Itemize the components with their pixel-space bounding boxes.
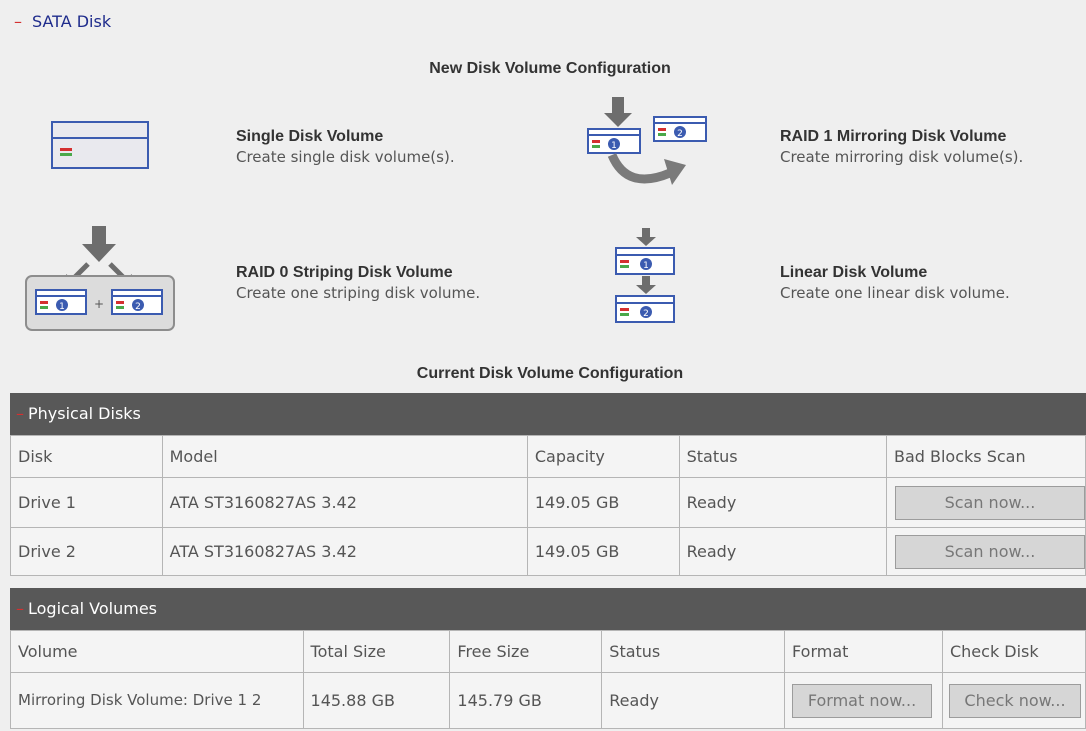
single-disk-volume-option[interactable]: Single Disk Volume Create single disk vo… — [236, 128, 455, 166]
svg-text:1: 1 — [611, 141, 617, 151]
logical-volumes-bar[interactable]: – Logical Volumes — [10, 588, 1086, 630]
option-desc: Create mirroring disk volume(s). — [780, 148, 1024, 166]
option-desc: Create one striping disk volume. — [236, 284, 481, 302]
option-desc: Create one linear disk volume. — [780, 284, 1010, 302]
svg-text:2: 2 — [643, 309, 649, 319]
format-cell: Format now... — [784, 672, 943, 729]
col-header: Model — [161, 435, 528, 478]
section-title: SATA Disk — [32, 12, 112, 31]
total-size-cell: 145.88 GB — [302, 672, 451, 729]
scan-now-button[interactable]: Scan now... — [894, 485, 1085, 520]
check-cell: Check now... — [941, 672, 1086, 729]
check-now-button[interactable]: Check now... — [948, 683, 1081, 718]
status-cell: Ready — [678, 527, 887, 576]
disk-cell: Drive 1 — [10, 477, 163, 528]
new-config-title: New Disk Volume Configuration — [429, 60, 671, 77]
capacity-cell: 149.05 GB — [526, 527, 680, 576]
single-disk-icon[interactable] — [50, 120, 150, 172]
svg-text:1: 1 — [643, 261, 649, 271]
col-header: Total Size — [302, 630, 451, 673]
col-header: Format — [784, 630, 943, 673]
free-size-cell: 145.79 GB — [449, 672, 603, 729]
collapse-icon[interactable]: – — [16, 404, 24, 423]
raid0-striping-icon[interactable]: 1 + 2 — [24, 224, 176, 332]
col-header: Volume — [10, 630, 304, 673]
option-title: Single Disk Volume — [236, 128, 384, 145]
collapse-icon[interactable]: – — [14, 12, 22, 31]
raid1-mirroring-icon[interactable]: 1 2 — [582, 95, 712, 195]
col-header: Bad Blocks Scan — [885, 435, 1086, 478]
option-title: RAID 0 Striping Disk Volume — [236, 264, 453, 281]
col-header: Status — [601, 630, 786, 673]
table-row: Mirroring Disk Volume: Drive 1 2 145.88 … — [10, 672, 1086, 729]
table-row: Drive 1 ATA ST3160827AS 3.42 149.05 GB R… — [10, 477, 1086, 528]
capacity-cell: 149.05 GB — [526, 477, 680, 528]
table-row: Drive 2 ATA ST3160827AS 3.42 149.05 GB R… — [10, 527, 1086, 576]
volume-cell: Mirroring Disk Volume: Drive 1 2 — [10, 672, 304, 729]
scan-cell: Scan now... — [885, 527, 1086, 576]
logical-volumes-table: Volume Total Size Free Size Status Forma… — [10, 630, 1086, 729]
model-cell: ATA ST3160827AS 3.42 — [161, 477, 528, 528]
table-header-row: Disk Model Capacity Status Bad Blocks Sc… — [10, 435, 1086, 478]
option-title: Linear Disk Volume — [780, 264, 928, 281]
linear-disk-icon[interactable]: 1 2 — [610, 228, 682, 328]
physical-disks-bar[interactable]: – Physical Disks — [10, 393, 1086, 435]
svg-text:1: 1 — [59, 302, 65, 312]
status-cell: Ready — [678, 477, 887, 528]
collapse-icon[interactable]: – — [16, 599, 24, 618]
svg-text:2: 2 — [135, 302, 141, 312]
col-header: Check Disk — [941, 630, 1086, 673]
col-header: Free Size — [449, 630, 603, 673]
raid0-striping-option[interactable]: RAID 0 Striping Disk Volume Create one s… — [236, 264, 480, 302]
disk-cell: Drive 2 — [10, 527, 163, 576]
sata-disk-section-header[interactable]: – SATA Disk — [14, 12, 111, 31]
col-header: Disk — [10, 435, 163, 478]
scan-now-button[interactable]: Scan now... — [894, 534, 1085, 569]
model-cell: ATA ST3160827AS 3.42 — [161, 527, 528, 576]
status-cell: Ready — [601, 672, 786, 729]
svg-text:+: + — [94, 297, 104, 311]
table-header-row: Volume Total Size Free Size Status Forma… — [10, 630, 1086, 673]
format-now-button[interactable]: Format now... — [792, 683, 933, 718]
physical-disks-table: Disk Model Capacity Status Bad Blocks Sc… — [10, 435, 1086, 576]
option-desc: Create single disk volume(s). — [236, 148, 455, 166]
current-config-title: Current Disk Volume Configuration — [416, 365, 684, 382]
col-header: Capacity — [526, 435, 680, 478]
bar-label: Physical Disks — [28, 404, 141, 423]
option-title: RAID 1 Mirroring Disk Volume — [780, 128, 1007, 145]
col-header: Status — [678, 435, 887, 478]
scan-cell: Scan now... — [885, 477, 1086, 528]
raid1-mirroring-option[interactable]: RAID 1 Mirroring Disk Volume Create mirr… — [780, 128, 1023, 166]
bar-label: Logical Volumes — [28, 599, 157, 618]
linear-disk-option[interactable]: Linear Disk Volume Create one linear dis… — [780, 264, 1010, 302]
svg-text:2: 2 — [677, 129, 683, 139]
